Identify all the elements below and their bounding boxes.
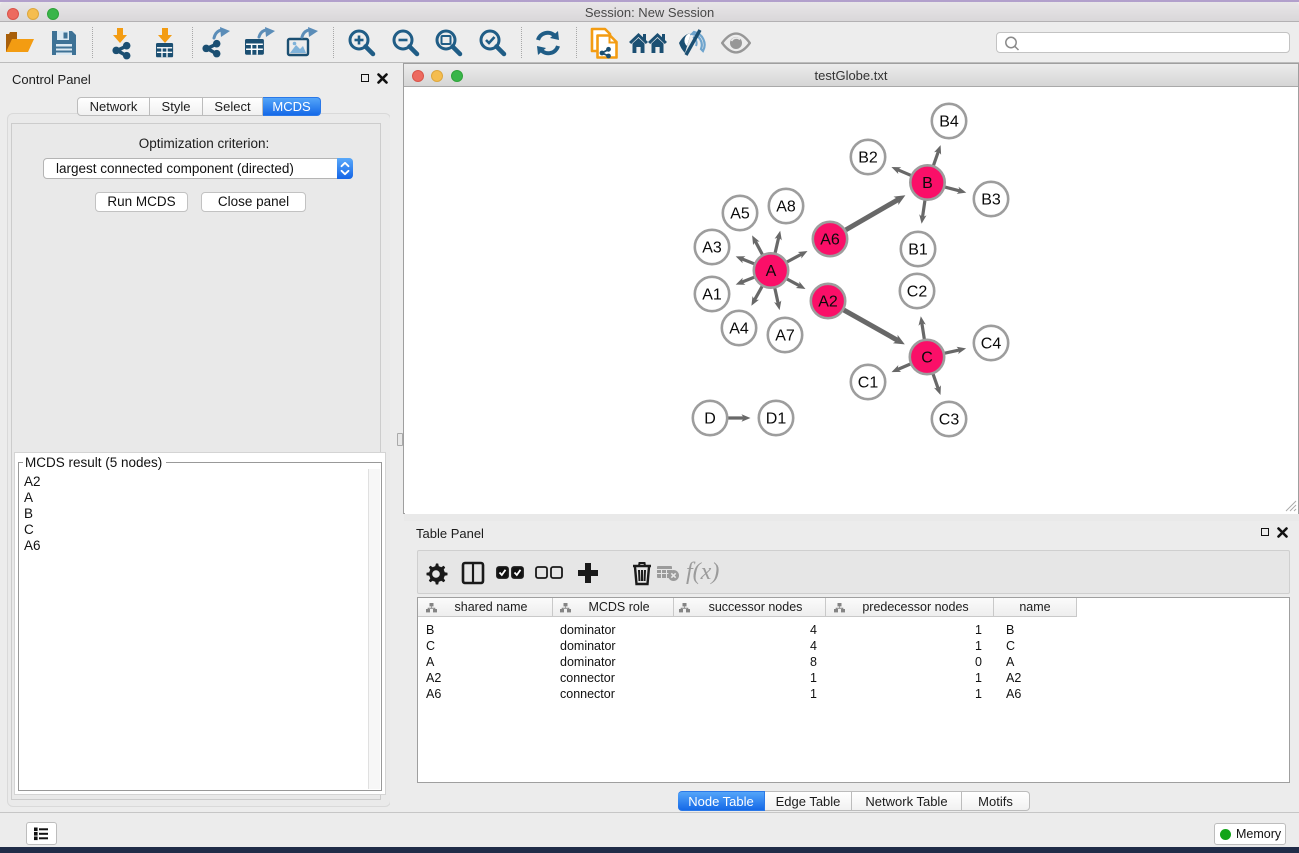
svg-text:A5: A5 [730,206,750,223]
svg-text:A1: A1 [702,287,722,304]
svg-text:A3: A3 [702,240,722,257]
svg-text:A6: A6 [820,232,840,249]
svg-text:C4: C4 [981,336,1002,353]
svg-text:B1: B1 [908,242,928,259]
svg-text:A: A [766,263,777,280]
svg-text:D: D [704,411,716,428]
svg-text:C2: C2 [907,284,928,301]
svg-text:C3: C3 [939,412,960,429]
svg-text:A4: A4 [729,321,749,338]
svg-text:B: B [922,175,933,192]
svg-text:C: C [921,350,933,367]
svg-text:A8: A8 [776,199,796,216]
svg-text:B3: B3 [981,192,1001,209]
svg-text:A7: A7 [775,328,795,345]
svg-text:B2: B2 [858,150,878,167]
svg-text:C1: C1 [858,375,879,392]
svg-text:D1: D1 [766,411,787,428]
svg-text:B4: B4 [939,114,959,131]
svg-text:A2: A2 [818,294,838,311]
